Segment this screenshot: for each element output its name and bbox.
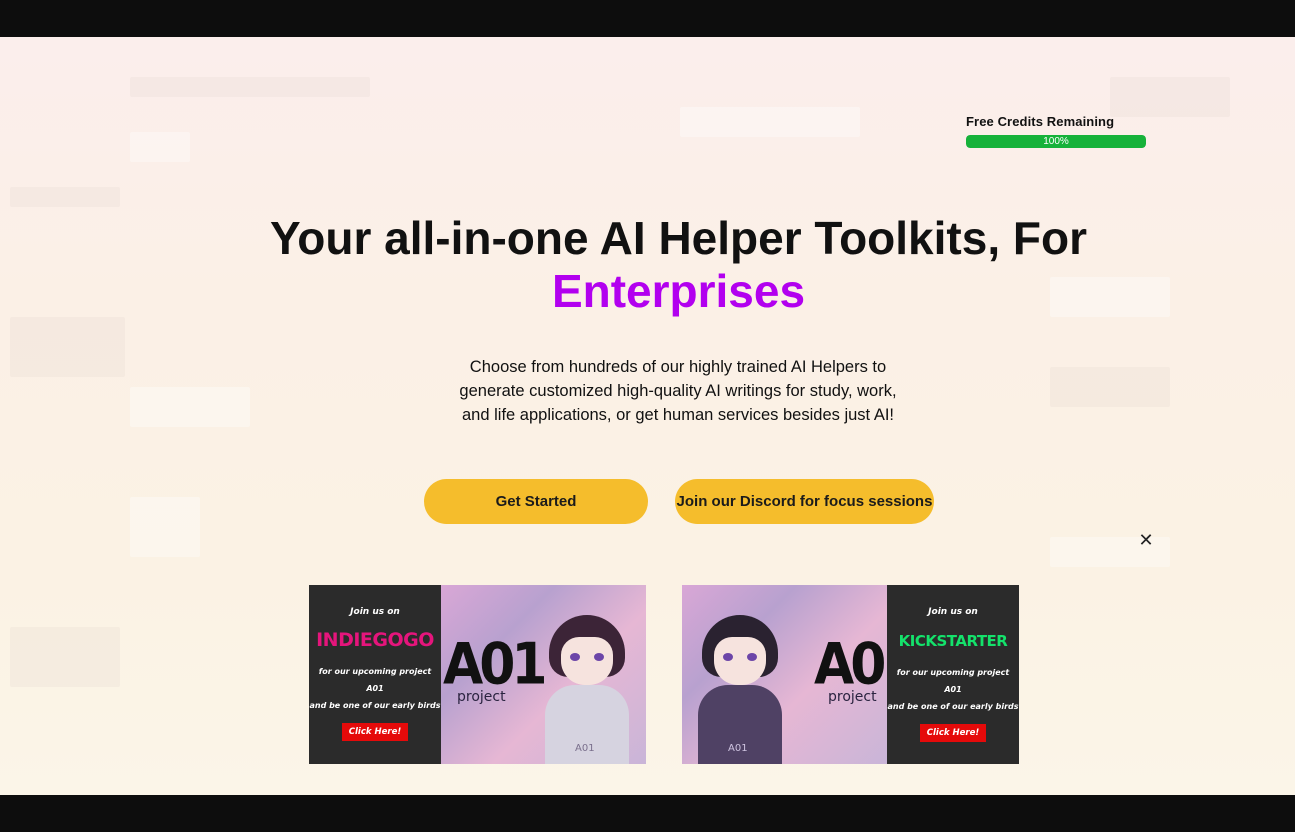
banner-line: A01 — [944, 685, 962, 694]
character-face — [714, 637, 766, 685]
banner-artwork: A01 project A01 — [441, 585, 646, 764]
anime-character-image: A01 — [541, 615, 633, 764]
bg-decoration — [130, 77, 370, 97]
get-started-button[interactable]: Get Started — [424, 479, 648, 524]
banner-text-panel: Join us on INDIEGOGO for our upcoming pr… — [309, 585, 441, 764]
bg-decoration — [1110, 77, 1230, 117]
character-body: A01 — [545, 685, 629, 764]
bg-decoration — [130, 387, 250, 427]
banner-text-panel: Join us on KICKSTARTER for our upcoming … — [887, 585, 1019, 764]
character-eye — [570, 653, 580, 661]
bottom-black-bar — [0, 795, 1295, 832]
credits-progress-bar: 100% — [966, 135, 1146, 148]
character-body: A01 — [698, 685, 782, 764]
kickstarter-banner[interactable]: A01 A01 project Join us on KICKSTARTER f… — [682, 585, 1019, 764]
banner-click-button[interactable]: Click Here! — [341, 723, 409, 741]
banner-logo-sub: project — [828, 689, 877, 705]
bg-decoration — [1050, 367, 1170, 407]
banner-line: for our upcoming project — [318, 667, 432, 676]
banner-line: A01 — [366, 684, 384, 693]
bg-decoration — [130, 497, 200, 557]
close-icon[interactable]: ✕ — [1136, 530, 1156, 550]
bg-decoration — [10, 627, 120, 687]
join-discord-button[interactable]: Join our Discord for focus sessions — [675, 479, 934, 524]
character-chest-label: A01 — [728, 743, 748, 754]
bg-decoration — [10, 187, 120, 207]
banner-logo-sub: project — [457, 689, 506, 705]
hero-headline: Your all-in-one AI Helper Toolkits, For … — [0, 212, 1295, 318]
main-page: Free Credits Remaining 100% Your all-in-… — [0, 37, 1295, 795]
banner-line: and be one of our early birds — [309, 701, 441, 710]
banner-line: for our upcoming project — [896, 668, 1010, 677]
character-eye — [747, 653, 757, 661]
hero-headline-accent: Enterprises — [551, 265, 806, 317]
banner-platform: KICKSTARTER — [898, 632, 1008, 650]
anime-character-image: A01 — [694, 615, 786, 764]
character-face — [561, 637, 613, 685]
character-eye — [594, 653, 604, 661]
banner-platform: INDIEGOGO — [316, 629, 434, 651]
hero-headline-text: Your all-in-one AI Helper Toolkits, For — [270, 212, 1087, 264]
character-eye — [723, 653, 733, 661]
credits-label: Free Credits Remaining — [966, 114, 1115, 129]
bg-decoration — [10, 317, 125, 377]
indiegogo-banner[interactable]: Join us on INDIEGOGO for our upcoming pr… — [309, 585, 646, 764]
hero-subtitle: Choose from hundreds of our highly train… — [459, 358, 897, 424]
bg-decoration — [130, 132, 190, 162]
free-credits-widget: Free Credits Remaining 100% — [966, 114, 1146, 148]
banner-join-text: Join us on — [350, 607, 400, 617]
banner-line: and be one of our early birds — [887, 702, 1019, 711]
bg-decoration — [680, 107, 860, 137]
banner-join-text: Join us on — [928, 607, 978, 617]
credits-percent: 100% — [1043, 136, 1069, 147]
top-black-bar — [0, 0, 1295, 37]
character-chest-label: A01 — [575, 743, 595, 754]
banner-artwork: A01 A01 project — [682, 585, 919, 764]
banner-click-button[interactable]: Click Here! — [919, 724, 987, 742]
